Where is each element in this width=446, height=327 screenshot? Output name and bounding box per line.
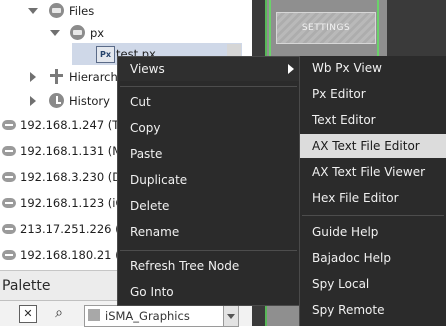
palette-select[interactable]: iSMA_Graphics — [84, 305, 239, 327]
history-icon — [49, 93, 64, 108]
menu-item-duplicate[interactable]: Duplicate — [118, 168, 299, 192]
menu-item-label: Views — [130, 62, 165, 76]
menu-separator — [120, 250, 297, 251]
submenu-arrow-icon — [288, 64, 294, 74]
chevron-down-icon[interactable] — [223, 306, 238, 326]
menu-item-delete[interactable]: Delete — [118, 194, 299, 218]
menu-item-hex-file-editor[interactable]: Hex File Editor — [300, 186, 446, 210]
context-menu: Views Cut Copy Paste Duplicate Delete Re… — [117, 56, 300, 306]
station-icon — [2, 250, 16, 260]
tree-label-files: Files — [69, 4, 95, 18]
tree-label-px: px — [90, 26, 105, 40]
menu-separator — [120, 86, 297, 87]
menu-item-px-editor[interactable]: Px Editor — [300, 82, 446, 106]
tree-label-history: History — [69, 94, 110, 108]
station-icon — [2, 146, 16, 156]
menu-item-rename[interactable]: Rename — [118, 220, 299, 244]
menu-item-bajadoc-help[interactable]: Bajadoc Help — [300, 246, 446, 270]
folder-icon — [70, 25, 85, 40]
menu-item-spy-remote[interactable]: Spy Remote — [300, 298, 446, 322]
station-icon — [2, 172, 16, 182]
collapse-arrow-icon[interactable] — [30, 72, 36, 82]
close-icon[interactable]: ✕ — [19, 305, 37, 323]
menu-item-refresh-tree-node[interactable]: Refresh Tree Node — [118, 254, 299, 278]
collapse-arrow-icon[interactable] — [30, 96, 36, 106]
menu-item-spy-local[interactable]: Spy Local — [300, 272, 446, 296]
tab-palette[interactable]: Palette — [0, 271, 64, 301]
settings-widget-label: SETTINGS — [301, 23, 351, 33]
palette-module-icon — [88, 309, 100, 321]
menu-item-go-into[interactable]: Go Into — [118, 280, 299, 304]
menu-item-ax-text-file-viewer[interactable]: AX Text File Viewer — [300, 160, 446, 184]
menu-item-copy[interactable]: Copy — [118, 116, 299, 140]
menu-item-cut[interactable]: Cut — [118, 90, 299, 114]
menu-item-guide-help[interactable]: Guide Help — [300, 220, 446, 244]
expand-arrow-icon[interactable] — [28, 8, 38, 14]
views-submenu: Wb Px View Px Editor Text Editor AX Text… — [299, 56, 446, 326]
station-icon — [2, 120, 16, 130]
station-icon — [2, 198, 16, 208]
menu-separator — [302, 215, 444, 216]
settings-widget[interactable]: SETTINGS — [276, 12, 376, 44]
menu-item-ax-text-file-editor[interactable]: AX Text File Editor — [300, 134, 446, 158]
search-icon[interactable]: ⌕ — [51, 305, 67, 321]
selection-guide-right — [377, 0, 379, 60]
menu-item-views[interactable]: Views — [118, 57, 299, 81]
station-icon — [2, 224, 16, 234]
selection-guide-left — [269, 0, 271, 60]
expand-arrow-icon[interactable] — [50, 30, 60, 36]
hierarchy-icon — [49, 69, 64, 84]
palette-select-value: iSMA_Graphics — [105, 309, 190, 323]
menu-item-wb-px-view[interactable]: Wb Px View — [300, 56, 446, 80]
menu-item-text-editor[interactable]: Text Editor — [300, 108, 446, 132]
menu-item-paste[interactable]: Paste — [118, 142, 299, 166]
px-file-icon: Px — [96, 46, 115, 63]
folder-icon — [49, 3, 64, 18]
